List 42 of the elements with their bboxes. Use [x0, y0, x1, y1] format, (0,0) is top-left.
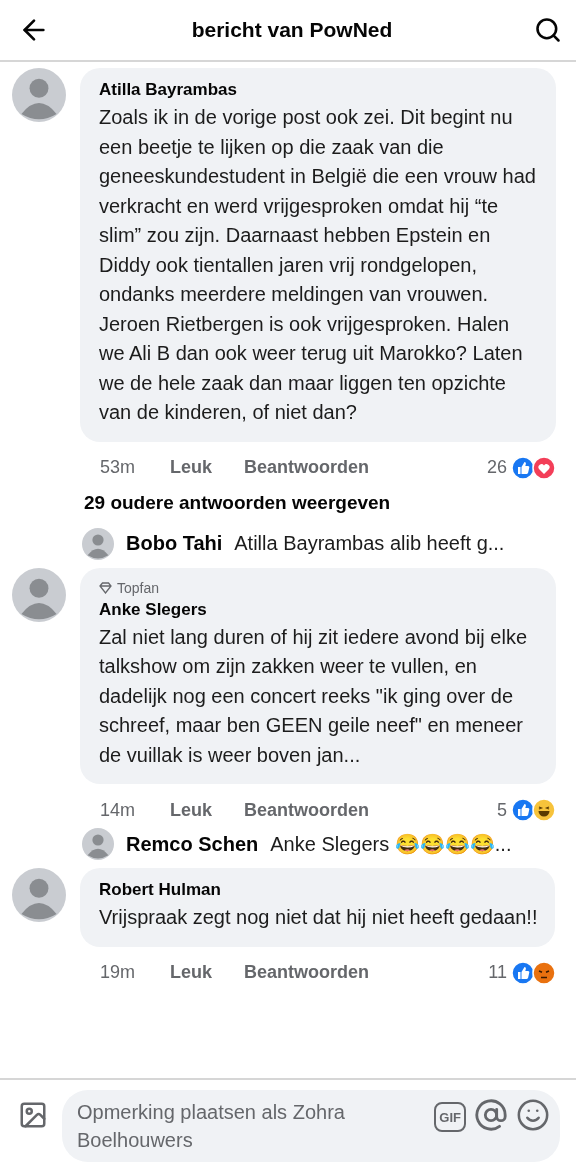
avatar	[12, 68, 66, 122]
image-icon[interactable]	[18, 1100, 48, 1130]
like-link[interactable]: Leuk	[170, 962, 212, 983]
reply-preview: Anke Slegers 😂😂😂😂...	[270, 832, 512, 856]
more-replies-link[interactable]: 29 oudere antwoorden weergeven	[0, 483, 576, 526]
comment-text: Zal niet lang duren of hij zit iedere avond bij elke talkshow om zijn zakken weer te vullen, en dadelijk nog een concert reeks "ik ging over de schreef, maar ben GEEN geile neef" en meneer de vuillak is weer boven jan...	[99, 624, 529, 768]
angry-face-icon	[532, 960, 556, 985]
author-name[interactable]: Atilla Bayrambas	[99, 80, 538, 100]
reply-link[interactable]: Beantwoorden	[244, 962, 370, 983]
emoji-icon[interactable]	[516, 1098, 550, 1132]
reaction-count: 26	[486, 457, 507, 478]
mention-icon[interactable]	[474, 1098, 508, 1132]
timestamp: 14m	[100, 799, 136, 821]
reaction-count: 11	[488, 962, 507, 983]
like-link[interactable]: Leuk	[170, 799, 212, 821]
timestamp: 53m	[100, 457, 136, 478]
search-icon[interactable]	[534, 16, 562, 44]
reaction-count: 5	[497, 799, 507, 821]
author-name[interactable]: Bobo Tahi	[126, 532, 223, 555]
like-link[interactable]: Leuk	[170, 457, 212, 478]
thumbs-up-icon	[511, 798, 535, 822]
thumbs-up-icon	[511, 960, 535, 985]
timestamp: 19m	[100, 962, 136, 983]
avatar	[82, 527, 114, 560]
reply-link[interactable]: Beantwoorden	[244, 799, 370, 821]
diamond-icon	[99, 581, 112, 594]
page-title: bericht van PowNed	[191, 18, 393, 42]
gif-button[interactable]: GIF	[434, 1102, 466, 1132]
author-name[interactable]: Anke Slegers	[99, 599, 538, 620]
reply-link[interactable]: Beantwoorden	[244, 457, 370, 478]
avatar	[82, 828, 114, 860]
laughing-face-icon	[532, 798, 556, 822]
comment-text: Zoals ik in de vorige post ook zei. Dit begint nu een beetje te lijken op die zaak van die geneeskundestudent in België die een vrouw had verkracht en werd vrijgesproken omdat hij “te slim” zou zijn. Daarnaast hebben Epstein en Diddy ook tientallen jaren vrij rondgelopen, ondanks meerdere meldingen van vrouwen. Jeroen Rietbergen is ook vrijgesproken. Halen we Ali B dan ook weer terug uit Marokko? Laten we de hele zaak dan maar liggen ten opzichte van de kinderen, of niet dan?	[99, 105, 537, 425]
author-name[interactable]: Remco Schen	[126, 832, 259, 856]
reply-preview: Atilla Bayrambas alib heeft g...	[234, 532, 505, 555]
avatar	[12, 567, 66, 622]
thumbs-up-icon	[511, 455, 535, 480]
author-name[interactable]: Robert Hulman	[99, 880, 538, 900]
comment-input-field[interactable]: Opmerking plaatsen als Zohra Boelhouwers GIF	[62, 1090, 560, 1162]
badge-label: Topfan	[117, 579, 160, 596]
comment-text: Vrijspraak zegt nog niet dat hij niet heeft gedaan!!	[99, 905, 538, 930]
avatar	[12, 868, 66, 922]
